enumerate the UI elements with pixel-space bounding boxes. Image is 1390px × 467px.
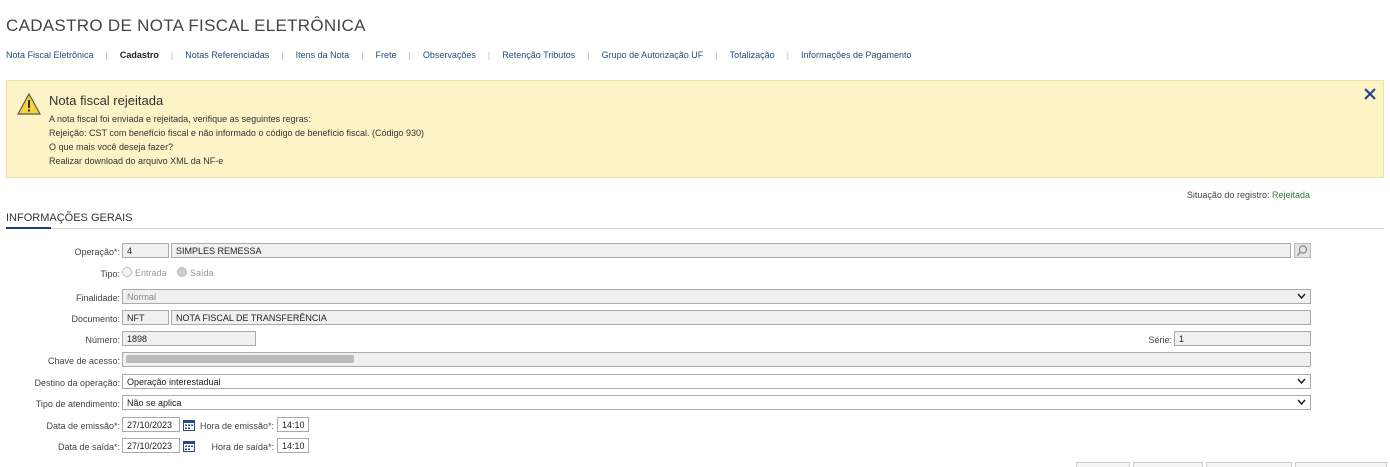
page-title: CADASTRO DE NOTA FISCAL ELETRÔNICA <box>6 16 366 35</box>
tab-bar: Nota Fiscal Eletrônica | Cadastro | Notas … <box>6 50 912 60</box>
tab-frete[interactable]: Frete <box>376 50 397 60</box>
serie-label: Série: <box>1148 335 1172 345</box>
action-button[interactable] <box>1295 462 1387 467</box>
tipo-entrada-label: Entrada <box>135 268 167 278</box>
redacted-bar <box>126 355 354 363</box>
operacao-search-button[interactable] <box>1294 243 1311 258</box>
data-emissao-label: Data de emissão*: <box>46 421 120 431</box>
tab-separator: | <box>408 50 411 60</box>
record-status: Situação do registro: Rejeitada <box>1187 190 1310 200</box>
alert-title: Nota fiscal rejeitada <box>49 93 164 108</box>
operacao-label: Operação*: <box>74 247 120 257</box>
documento-desc-input[interactable]: NOTA FISCAL DE TRANSFERÊNCIA <box>171 310 1311 325</box>
atendimento-label: Tipo de atendimento: <box>35 399 120 409</box>
destino-select[interactable]: Operação interestadual <box>122 374 1311 389</box>
atendimento-value: Não se aplica <box>127 398 182 408</box>
action-button[interactable] <box>1206 462 1292 467</box>
chevron-down-icon <box>1297 397 1306 409</box>
tab-separator: | <box>786 50 789 60</box>
tab-retencao-tributos[interactable]: Retenção Tributos <box>502 50 575 60</box>
finalidade-select[interactable]: Normal <box>122 289 1311 304</box>
tab-informacoes-pagamento[interactable]: Informações de Pagamento <box>801 50 912 60</box>
rejection-alert: Nota fiscal rejeitada A nota fiscal foi … <box>6 80 1384 178</box>
documento-label: Documento: <box>71 314 120 324</box>
section-underline <box>6 227 51 229</box>
data-saida-input[interactable]: 27/10/2023 <box>122 438 180 453</box>
tab-nota-fiscal[interactable]: Nota Fiscal Eletrônica <box>6 50 94 60</box>
destino-label: Destino da operação: <box>34 378 120 388</box>
status-label: Situação do registro: <box>1186 190 1270 200</box>
hora-emissao-input[interactable]: 14:10 <box>277 417 309 432</box>
radio-icon <box>122 267 132 277</box>
radio-checked-icon <box>177 267 188 277</box>
operacao-desc-input[interactable]: SIMPLES REMESSA <box>171 243 1291 258</box>
hora-saida-label: Hora de saída*: <box>211 442 274 452</box>
serie-input[interactable]: 1 <box>1174 331 1311 346</box>
chevron-down-icon <box>1297 376 1306 388</box>
hora-saida-input[interactable]: 14:10 <box>277 438 309 453</box>
operacao-code-input[interactable]: 4 <box>122 243 169 258</box>
tab-cadastro[interactable]: Cadastro <box>120 50 159 60</box>
tipo-saida-label: Saída <box>190 268 214 278</box>
status-value: Rejeitada <box>1271 190 1310 200</box>
hora-emissao-label: Hora de emissão*: <box>199 421 274 431</box>
calendar-icon[interactable] <box>183 439 195 452</box>
tab-separator: | <box>715 50 718 60</box>
data-emissao-input[interactable]: 27/10/2023 <box>122 417 180 432</box>
search-icon <box>1296 245 1308 256</box>
chevron-down-icon <box>1297 291 1306 303</box>
atendimento-select[interactable]: Não se aplica <box>122 395 1311 410</box>
tab-totalizacao[interactable]: Totalização <box>730 50 775 60</box>
tipo-label: Tipo: <box>100 269 120 279</box>
tab-itens-da-nota[interactable]: Itens da Nota <box>296 50 350 60</box>
tipo-entrada-radio[interactable]: Entrada <box>122 267 167 278</box>
action-button[interactable] <box>1076 462 1130 467</box>
tab-separator: | <box>361 50 364 60</box>
finalidade-label: Finalidade: <box>75 293 120 303</box>
download-xml-link[interactable]: Realizar download do arquivo XML da NF-e <box>49 154 424 168</box>
alert-question: O que mais você deseja fazer? <box>49 142 174 152</box>
data-saida-label: Data de saída*: <box>57 442 120 452</box>
tab-separator: | <box>587 50 590 60</box>
documento-code-input[interactable]: NFT <box>122 310 169 325</box>
tab-grupo-autorizacao-uf[interactable]: Grupo de Autorização UF <box>602 50 704 60</box>
chave-label: Chave de acesso: <box>47 356 120 366</box>
calendar-icon[interactable] <box>183 418 195 431</box>
destino-value: Operação interestadual <box>127 377 221 387</box>
numero-input[interactable]: 1898 <box>122 331 256 346</box>
tipo-radio-group: Entrada Saída <box>122 267 222 278</box>
alert-message: A nota fiscal foi enviada e rejeitada, v… <box>49 114 311 124</box>
action-button[interactable] <box>1133 462 1203 467</box>
alert-rule: Rejeição: CST com benefício fiscal e não… <box>49 128 425 138</box>
finalidade-value: Normal <box>127 292 157 302</box>
tab-separator: | <box>170 50 174 60</box>
section-divider <box>6 228 1384 229</box>
warning-icon <box>16 92 42 120</box>
tab-observacoes[interactable]: Observações <box>423 50 476 60</box>
tab-separator: | <box>487 50 491 60</box>
tipo-saida-radio[interactable]: Saída <box>177 267 214 278</box>
tab-notas-referenciadas[interactable]: Notas Referenciadas <box>185 50 269 60</box>
tab-separator: | <box>105 50 108 60</box>
section-title: INFORMAÇÕES GERAIS <box>6 212 133 224</box>
tab-separator: | <box>281 50 284 60</box>
close-icon[interactable] <box>1363 85 1377 105</box>
numero-label: Número: <box>85 335 120 345</box>
